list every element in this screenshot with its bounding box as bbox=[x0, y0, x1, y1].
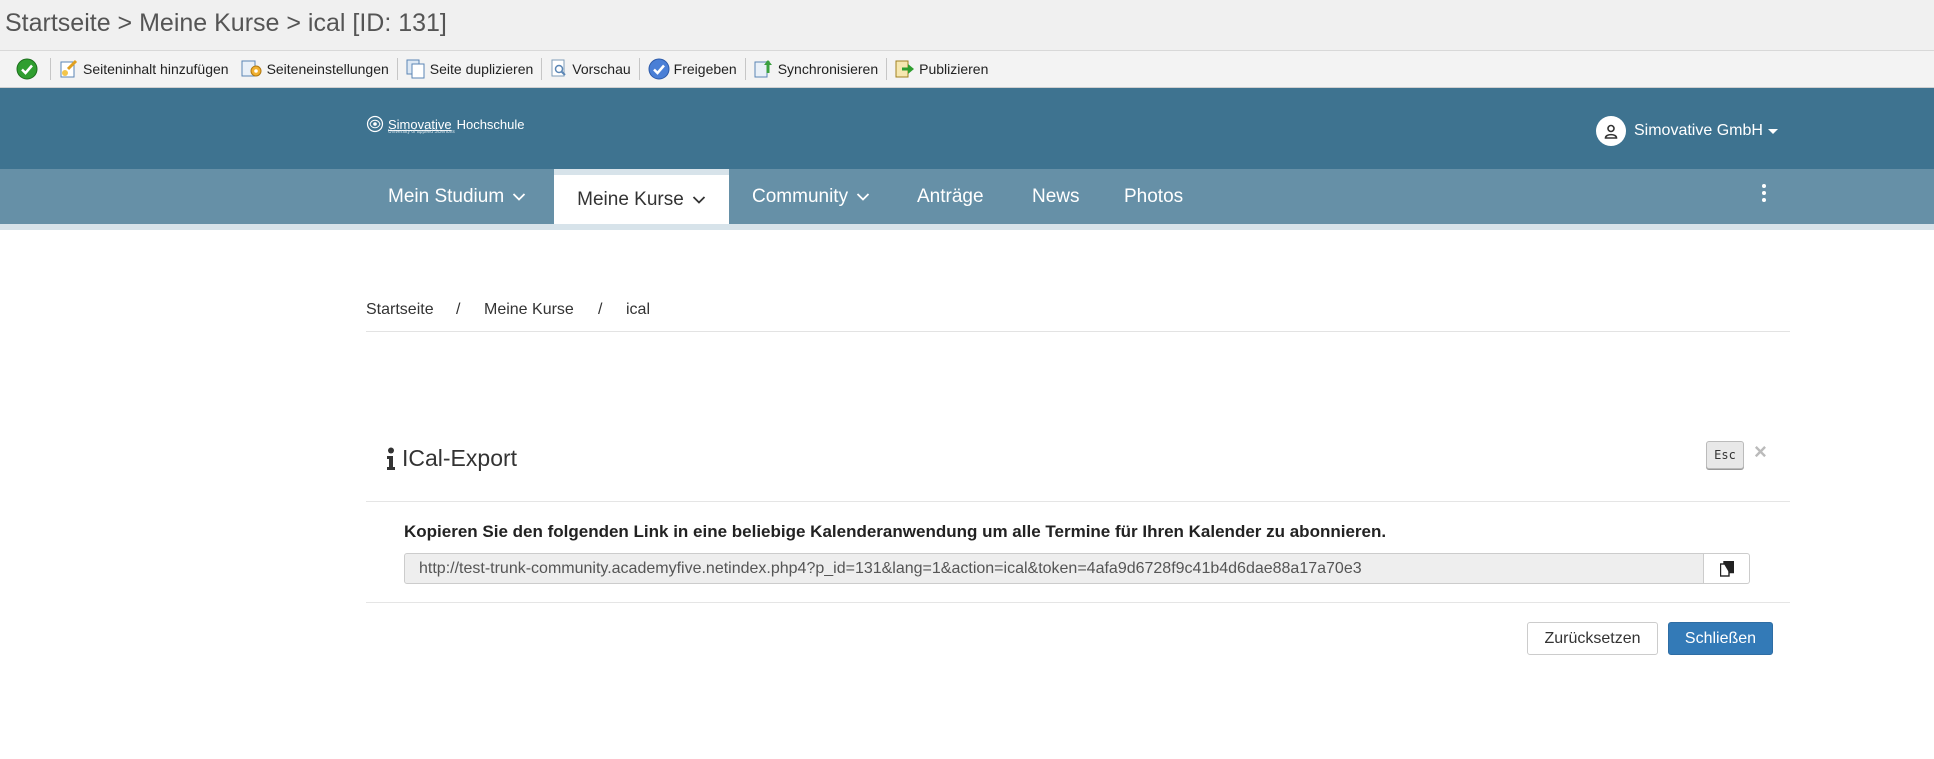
more-menu-icon[interactable] bbox=[1761, 184, 1767, 205]
dialog-body: Kopieren Sie den folgenden Link in eine … bbox=[366, 502, 1790, 603]
nav-item-meine-kurse[interactable]: Meine Kurse bbox=[554, 169, 729, 224]
chevron-down-icon bbox=[692, 195, 705, 204]
nav-item-community[interactable]: Community bbox=[752, 169, 870, 224]
close-icon[interactable]: × bbox=[1754, 439, 1767, 465]
close-button[interactable]: Schließen bbox=[1668, 622, 1773, 655]
nav-label: News bbox=[1032, 185, 1080, 207]
main-nav: Mein Studium Meine Kurse Community Anträ… bbox=[0, 169, 1934, 230]
logo-name: Hochschule bbox=[456, 116, 525, 132]
dialog-header: ICal-Export Esc × bbox=[366, 431, 1790, 502]
nav-label: Anträge bbox=[917, 185, 984, 207]
site-logo[interactable]: Simovative Hochschule University of appl… bbox=[366, 114, 525, 135]
check-icon bbox=[16, 58, 38, 80]
sync-button[interactable]: Synchronisieren bbox=[748, 51, 884, 87]
user-menu[interactable]: Simovative GmbH bbox=[1596, 116, 1778, 146]
copy-icon bbox=[1719, 560, 1734, 577]
user-name: Simovative GmbH bbox=[1634, 122, 1763, 139]
chevron-down-icon bbox=[513, 192, 526, 201]
avatar bbox=[1596, 116, 1626, 146]
nav-label: Photos bbox=[1124, 185, 1184, 207]
publish-button[interactable]: Publizieren bbox=[889, 51, 994, 87]
toolbar-separator bbox=[886, 58, 888, 80]
sync-icon bbox=[754, 60, 772, 78]
toolbar-separator bbox=[744, 58, 746, 80]
logo-subtitle: University of applied Sciences bbox=[388, 129, 455, 135]
page-settings-icon bbox=[241, 60, 262, 77]
add-content-icon bbox=[60, 59, 78, 78]
save-status-button[interactable] bbox=[0, 51, 48, 87]
preview-label: Vorschau bbox=[572, 61, 631, 77]
nav-item-photos[interactable]: Photos bbox=[1124, 169, 1183, 224]
add-content-button[interactable]: Seiteninhalt hinzufügen bbox=[53, 51, 235, 87]
editor-toolbar: Seiteninhalt hinzufügen Seiteneinstellun… bbox=[0, 51, 1934, 88]
reset-button[interactable]: Zurücksetzen bbox=[1527, 622, 1658, 655]
nav-item-news[interactable]: News bbox=[1032, 169, 1080, 224]
dialog-title-text: ICal-Export bbox=[402, 445, 518, 471]
preview-icon bbox=[551, 59, 567, 77]
info-icon bbox=[387, 447, 395, 470]
nav-label: Mein Studium bbox=[388, 185, 505, 207]
approve-label: Freigeben bbox=[673, 61, 737, 77]
breadcrumb-separator: / bbox=[598, 301, 603, 318]
sync-label: Synchronisieren bbox=[777, 61, 879, 77]
toolbar-separator bbox=[541, 58, 543, 80]
breadcrumb-item-meine-kurse[interactable]: Meine Kurse bbox=[484, 301, 574, 319]
toolbar-separator bbox=[638, 58, 640, 80]
duplicate-page-label: Seite duplizieren bbox=[429, 61, 534, 77]
toolbar-separator bbox=[396, 58, 398, 80]
breadcrumb: Startseite / Meine Kurse / ical bbox=[366, 301, 1790, 332]
chevron-down-icon bbox=[856, 192, 870, 201]
preview-button[interactable]: Vorschau bbox=[544, 51, 636, 87]
breadcrumb-item-ical: ical bbox=[626, 301, 651, 318]
user-icon bbox=[1604, 124, 1618, 139]
publish-label: Publizieren bbox=[919, 61, 989, 77]
ical-link-group bbox=[404, 553, 1750, 584]
copy-link-button[interactable] bbox=[1704, 553, 1750, 584]
ical-export-dialog: ICal-Export Esc × Kopieren Sie den folge… bbox=[366, 431, 1790, 671]
dialog-footer: Zurücksetzen Schließen bbox=[366, 603, 1790, 671]
instruction-text: Kopieren Sie den folgenden Link in eine … bbox=[404, 522, 1387, 541]
caret-down-icon bbox=[1767, 128, 1778, 134]
ical-link-input[interactable] bbox=[404, 553, 1704, 584]
nav-label: Meine Kurse bbox=[577, 188, 684, 210]
duplicate-icon bbox=[406, 59, 425, 79]
nav-item-mein-studium[interactable]: Mein Studium bbox=[388, 169, 526, 224]
duplicate-page-button[interactable]: Seite duplizieren bbox=[400, 51, 540, 87]
nav-label: Community bbox=[752, 185, 849, 207]
title-bar: Startseite > Meine Kurse > ical [ID: 131… bbox=[0, 0, 1934, 51]
add-content-label: Seiteninhalt hinzufügen bbox=[83, 61, 229, 77]
breadcrumb-separator: / bbox=[456, 301, 461, 318]
publish-icon bbox=[895, 60, 915, 78]
toolbar-separator bbox=[50, 58, 51, 80]
page-settings-button[interactable]: Seiteneinstellungen bbox=[235, 51, 395, 87]
site-header: Simovative Hochschule University of appl… bbox=[0, 88, 1934, 169]
breadcrumb-item-startseite[interactable]: Startseite bbox=[366, 301, 434, 319]
page-path-title: Startseite > Meine Kurse > ical [ID: 131… bbox=[5, 9, 447, 37]
approve-button[interactable]: Freigeben bbox=[642, 51, 743, 87]
nav-item-antraege[interactable]: Anträge bbox=[917, 169, 984, 224]
logo-emblem-icon bbox=[366, 115, 384, 133]
approve-icon bbox=[648, 58, 670, 80]
esc-key-hint: Esc bbox=[1706, 441, 1744, 469]
dialog-title: ICal-Export bbox=[386, 445, 517, 472]
page-settings-label: Seiteneinstellungen bbox=[266, 61, 389, 77]
